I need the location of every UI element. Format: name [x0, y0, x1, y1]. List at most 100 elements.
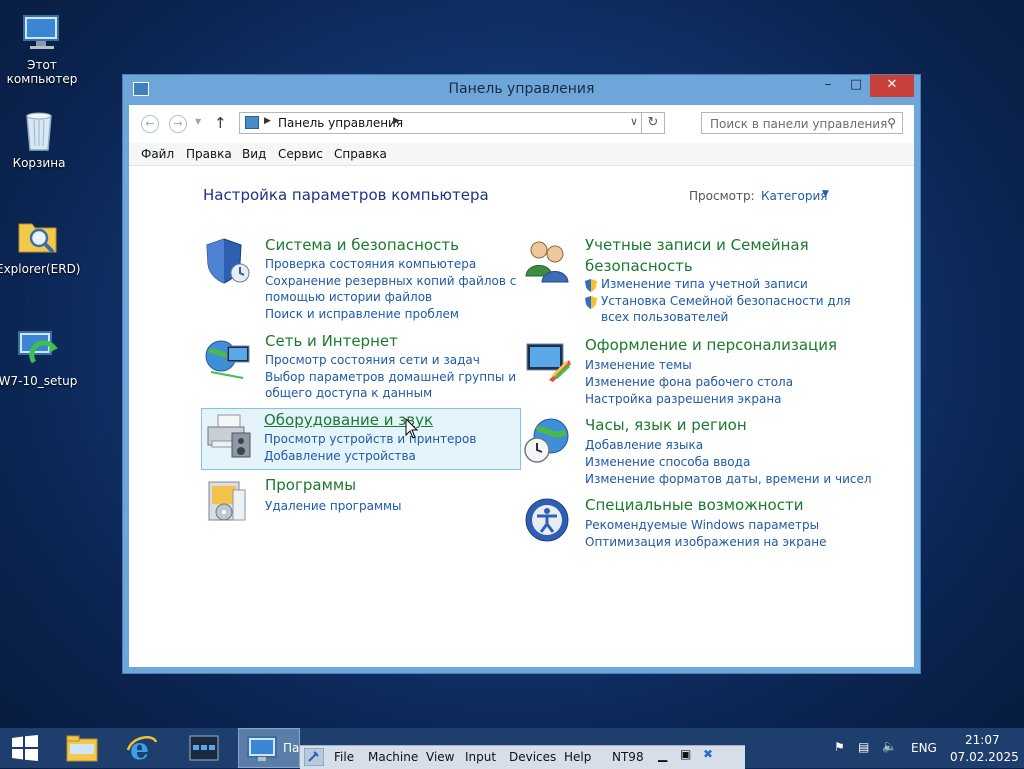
category-hardware-sound[interactable]: Оборудование и звук Просмотр устройств и… [201, 408, 521, 470]
vm-menu-devices[interactable]: Devices [509, 750, 556, 764]
language-indicator[interactable]: ENG [911, 741, 937, 755]
appearance-icon[interactable] [523, 336, 573, 386]
vm-menu-view[interactable]: View [426, 750, 454, 764]
link-change-wallpaper[interactable]: Изменение фона рабочего стола [585, 374, 793, 390]
pin-icon[interactable] [304, 748, 324, 766]
desktop-icon-label: Этот компьютер [6, 58, 78, 86]
link-backup-files-cont[interactable]: помощью истории файлов [265, 289, 432, 305]
link-backup-files[interactable]: Сохранение резервных копий файлов с [265, 273, 516, 289]
view-label: Просмотр: [689, 189, 755, 203]
link-troubleshoot[interactable]: Поиск и исправление проблем [265, 306, 459, 322]
desktop-icon-explorer-erd[interactable]: Explorer(ERD) [0, 214, 81, 276]
clock-globe-icon[interactable] [523, 416, 573, 466]
up-button[interactable]: ↑ [214, 114, 227, 132]
category-system-security: Система и безопасность Проверка состояни… [203, 236, 523, 326]
menu-edit[interactable]: Правка [186, 147, 232, 161]
clock-time[interactable]: 21:07 [965, 733, 1000, 747]
maximize-button[interactable]: □ [842, 75, 870, 97]
internet-explorer-icon: e [126, 732, 158, 764]
link-check-computer-status[interactable]: Проверка состояния компьютера [265, 256, 476, 272]
recycle-bin-icon [17, 108, 61, 152]
setup-icon [16, 326, 60, 370]
link-change-account-type[interactable]: Изменение типа учетной записи [601, 276, 808, 292]
vm-menu-file[interactable]: File [334, 750, 354, 764]
taskbar-explorer[interactable] [58, 728, 106, 768]
start-button[interactable] [0, 728, 52, 768]
desktop-icon-label: Explorer(ERD) [0, 262, 81, 276]
search-placeholder: Поиск в панели управления [710, 117, 888, 131]
category-title[interactable]: Учетные записи и Семейная [585, 236, 809, 254]
back-button[interactable]: ← [141, 115, 159, 133]
link-optimize-display[interactable]: Оптимизация изображения на экране [585, 534, 826, 550]
link-homegroup-cont[interactable]: общего доступа к данным [265, 385, 432, 401]
chevron-down-icon[interactable]: ∨ [630, 115, 638, 128]
menu-help[interactable]: Справка [334, 147, 387, 161]
taskbar-internet-explorer[interactable]: e [118, 728, 166, 768]
vm-menu-input[interactable]: Input [465, 750, 496, 764]
link-add-language[interactable]: Добавление языка [585, 437, 703, 453]
printer-icon [207, 414, 251, 458]
link-network-status[interactable]: Просмотр состояния сети и задач [265, 352, 480, 368]
shield-icon[interactable] [203, 236, 253, 286]
vm-close-icon[interactable]: ✖ [703, 747, 713, 761]
flag-icon[interactable]: ⚑ [834, 740, 845, 754]
globe-network-icon[interactable] [203, 332, 253, 382]
link-change-input-method[interactable]: Изменение способа ввода [585, 454, 750, 470]
link-add-device[interactable]: Добавление устройства [264, 448, 416, 464]
category-programs: Программы Удаление программы [203, 476, 523, 526]
breadcrumb-chevron-icon[interactable]: ▶ [264, 116, 271, 126]
taskbar-vm-app[interactable] [180, 728, 228, 768]
vm-menu-help[interactable]: Help [564, 750, 591, 764]
category-title[interactable]: Часы, язык и регион [585, 416, 747, 434]
desktop-icon-recycle-bin[interactable]: Корзина [0, 108, 81, 170]
taskbar-control-panel[interactable]: Па [238, 728, 300, 768]
forward-button[interactable]: → [169, 115, 187, 133]
close-button[interactable]: ✕ [870, 75, 914, 97]
ease-of-access-icon[interactable] [523, 496, 573, 546]
breadcrumb[interactable]: Панель управления [278, 116, 403, 130]
category-ease-of-access: Специальные возможности Рекомендуемые Wi… [523, 496, 853, 556]
search-icon[interactable]: ⚲ [887, 116, 896, 130]
menu-file[interactable]: Файл [141, 147, 174, 161]
users-icon[interactable] [523, 236, 573, 286]
windows-logo-icon [12, 735, 38, 761]
desktop-icon-w7-10-setup[interactable]: W7-10_setup [0, 326, 80, 388]
link-family-safety-cont[interactable]: всех пользователей [601, 309, 728, 325]
file-explorer-icon [66, 735, 98, 762]
category-title[interactable]: Специальные возможности [585, 496, 803, 514]
refresh-button[interactable]: ↻ [641, 113, 664, 133]
link-devices-printers[interactable]: Просмотр устройств и принтеров [264, 431, 476, 447]
volume-icon[interactable]: 🔈 [882, 739, 897, 753]
category-clock-language-region: Часы, язык и регион Добавление языка Изм… [523, 416, 872, 486]
link-screen-resolution[interactable]: Настройка разрешения экрана [585, 391, 782, 407]
desktop-icon-this-pc[interactable]: Этот компьютер [0, 10, 84, 86]
minimize-button[interactable]: – [814, 75, 842, 97]
menu-view[interactable]: Вид [242, 147, 266, 161]
category-title[interactable]: Программы [265, 476, 356, 494]
link-uninstall-program[interactable]: Удаление программы [265, 498, 402, 514]
recent-locations-icon[interactable]: ▼ [195, 117, 201, 126]
vm-minimize-icon[interactable]: ▁ [658, 748, 667, 762]
category-title[interactable]: Оформление и персонализация [585, 336, 837, 354]
clock-date[interactable]: 07.02.2025 [950, 750, 1019, 764]
link-change-date-formats[interactable]: Изменение форматов даты, времени и чисел [585, 471, 872, 487]
title-bar[interactable]: Панель управления – □ ✕ [123, 75, 920, 105]
link-homegroup[interactable]: Выбор параметров домашней группы и [265, 369, 516, 385]
category-title-line2[interactable]: безопасность [585, 257, 693, 275]
link-recommended-settings[interactable]: Рекомендуемые Windows параметры [585, 517, 819, 533]
vm-menu-machine[interactable]: Machine [368, 750, 418, 764]
programs-icon[interactable] [203, 476, 253, 526]
vm-restore-icon[interactable]: ▣ [680, 747, 691, 761]
desktop-icon-label: W7-10_setup [0, 374, 78, 388]
category-title[interactable]: Сеть и Интернет [265, 332, 398, 350]
menu-tools[interactable]: Сервис [278, 147, 323, 161]
network-icon[interactable]: ▤ [858, 740, 869, 754]
address-bar[interactable]: ▶ Панель управления ▶ ∨ ↻ [239, 112, 665, 134]
view-dropdown[interactable]: Категория [761, 189, 828, 203]
link-family-safety[interactable]: Установка Семейной безопасности для [601, 293, 851, 309]
category-title[interactable]: Система и безопасность [265, 236, 459, 254]
chevron-down-icon[interactable]: ▼ [822, 189, 829, 199]
search-input[interactable]: Поиск в панели управления ⚲ [701, 112, 903, 134]
breadcrumb-chevron-icon[interactable]: ▶ [393, 116, 400, 126]
link-change-theme[interactable]: Изменение темы [585, 357, 692, 373]
